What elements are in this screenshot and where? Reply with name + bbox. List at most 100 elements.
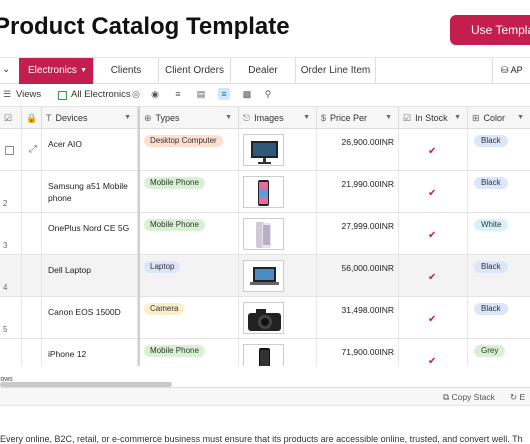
in-stock-check-icon[interactable]: ✔ (428, 314, 436, 325)
embed-button[interactable]: ↻ E (510, 392, 525, 403)
column-label: Price Per (330, 113, 368, 123)
api-button[interactable]: ⛁ AP (492, 58, 530, 84)
row-checkbox[interactable] (5, 146, 14, 155)
color-chip: White (474, 219, 509, 231)
frozen-column-divider[interactable] (138, 107, 140, 366)
checkbox-icon: ☑ (4, 113, 13, 123)
in-stock-check-icon[interactable]: ✔ (428, 272, 436, 283)
expand-row-icon[interactable]: ⤢ (29, 144, 37, 155)
view-toolbar: ☰ Views All Electronics ◎ ◉ ≡ ▤ ≡ ▩ ⚲ (0, 84, 530, 107)
table-tabs: ⌄ Electronics ▼ Clients Client Orders De… (0, 58, 530, 84)
row-number: 2 (3, 199, 8, 208)
chevron-down-icon[interactable]: ⌄ (2, 64, 10, 75)
select-all-checkbox[interactable]: ☑ (0, 107, 22, 129)
views-label[interactable]: Views (16, 89, 41, 100)
chevron-down-icon[interactable]: ▼ (124, 107, 131, 129)
in-stock-check-icon[interactable]: ✔ (428, 188, 436, 199)
table-row[interactable]: ⤢ Acer AIO Desktop Computer 26,900.00INR ✔ Bl… (0, 129, 530, 171)
product-image[interactable] (243, 302, 284, 334)
chevron-down-icon[interactable]: ▼ (303, 107, 310, 129)
chevron-down-icon[interactable]: ▼ (517, 107, 524, 129)
grid-cell (42, 213, 138, 255)
type-chip: Laptop (144, 261, 181, 273)
color-chip: Black (474, 303, 508, 315)
caret-down-icon[interactable]: ▼ (80, 58, 87, 83)
hide-fields-icon[interactable]: ◎ (130, 88, 142, 100)
device-name[interactable]: Dell Laptop (48, 264, 136, 276)
tab-clients[interactable]: Clients (94, 58, 159, 84)
grid-cell (317, 297, 399, 339)
tab-client-orders[interactable]: Client Orders (159, 58, 231, 84)
column-header-in-stock[interactable]: ☑ In Stock ▼ (399, 107, 468, 129)
row-height-icon[interactable]: ▩ (241, 88, 253, 100)
in-stock-check-icon[interactable]: ✔ (428, 356, 436, 366)
type-chip: Mobile Phone (144, 219, 205, 231)
product-image[interactable] (243, 134, 284, 166)
use-template-button[interactable]: Use Template (450, 15, 530, 45)
table-row[interactable]: 6iPhone 12Mobile Phone71,900.00INR✔Grey (0, 339, 530, 366)
column-header-devices[interactable]: T Devices ▼ (42, 107, 138, 129)
table-row[interactable]: 5 Canon EOS 1500D Camera 31,498.00INR ✔ Black (0, 297, 530, 339)
product-image[interactable] (243, 260, 284, 292)
grid-cell (317, 171, 399, 213)
group-icon[interactable]: ▤ (195, 88, 207, 100)
type-chip: Camera (144, 303, 185, 315)
device-name[interactable]: iPhone 12 (48, 348, 136, 360)
filter-icon[interactable]: ≡ (172, 88, 184, 100)
view-name[interactable]: All Electronics (71, 89, 131, 100)
page-header: Product Catalog Template Use Template (0, 0, 530, 58)
chevron-down-icon[interactable]: ▼ (454, 107, 461, 129)
price-value[interactable]: 21,990.00INR (318, 179, 394, 189)
grid-header: ☑ 🔒 T Devices ▼ ⊕ Types ▼ ⎋ Images ▼ $ Price Pe… (0, 107, 530, 129)
in-stock-check-icon[interactable]: ✔ (428, 230, 436, 241)
price-value[interactable]: 56,000.00INR (318, 263, 394, 273)
color-chip: Black (474, 177, 508, 189)
column-header-types[interactable]: ⊕ Types ▼ (140, 107, 239, 129)
device-name[interactable]: OnePlus Nord CE 5G (48, 222, 136, 234)
in-stock-check-icon[interactable]: ✔ (428, 146, 436, 157)
tab-electronics[interactable]: Electronics ▼ (19, 58, 94, 84)
bottom-bar: ⧉ Copy Stack ↻ E (0, 388, 530, 406)
product-image[interactable] (243, 218, 284, 250)
search-icon[interactable]: ⚲ (262, 88, 274, 100)
device-name[interactable]: Acer AIO (48, 138, 136, 150)
copy-stack-label: Copy Stack (451, 392, 495, 402)
tab-dealer[interactable]: Dealer (231, 58, 296, 84)
column-label: In Stock (415, 113, 448, 123)
menu-icon[interactable]: ☰ (1, 88, 13, 100)
table-row[interactable]: 2 Samsung a51 Mobile phone Mobile Phone 21,… (0, 171, 530, 213)
currency-icon: $ (321, 113, 327, 123)
product-image[interactable] (243, 176, 284, 208)
table-row[interactable]: 4 Dell Laptop Laptop 56,000.00INR ✔ Black (0, 255, 530, 297)
type-chip: Mobile Phone (144, 345, 205, 357)
column-header-images[interactable]: ⎋ Images ▼ (239, 107, 317, 129)
text-field-icon: T (46, 113, 52, 123)
horizontal-scrollbar[interactable] (0, 382, 172, 387)
tab-label: Electronics (28, 65, 77, 76)
price-value[interactable]: 31,498.00INR (318, 305, 394, 315)
chevron-down-icon[interactable]: ▼ (225, 107, 232, 129)
device-name[interactable]: Canon EOS 1500D (48, 306, 136, 318)
price-value[interactable]: 71,900.00INR (318, 347, 394, 357)
grid-cell (22, 171, 42, 213)
grid-cell (42, 255, 138, 297)
table-row[interactable]: 3 OnePlus Nord CE 5G Mobile Phone 27,999.00… (0, 213, 530, 255)
lock-icon: 🔒 (26, 113, 38, 123)
price-value[interactable]: 26,900.00INR (318, 137, 394, 147)
device-name[interactable]: Samsung a51 Mobile phone (48, 180, 136, 204)
tab-order-line-item[interactable]: Order Line Item (296, 58, 376, 84)
type-chip: Mobile Phone (144, 177, 205, 189)
multi-select-icon: ⊞ (472, 113, 480, 123)
column-header-color[interactable]: ⊞ Color ▼ (468, 107, 530, 129)
column-header-price[interactable]: $ Price Per ▼ (317, 107, 399, 129)
chevron-down-icon[interactable]: ▼ (385, 107, 392, 129)
grid-cell (317, 213, 399, 255)
product-image[interactable] (243, 344, 284, 366)
eye-icon[interactable]: ◉ (149, 88, 161, 100)
sort-icon[interactable]: ≡ (218, 88, 230, 100)
embed-icon: ↻ (510, 392, 518, 402)
grid-cell (317, 129, 399, 171)
copy-stack-button[interactable]: ⧉ Copy Stack (443, 392, 495, 403)
grid-cell (42, 297, 138, 339)
price-value[interactable]: 27,999.00INR (318, 221, 394, 231)
